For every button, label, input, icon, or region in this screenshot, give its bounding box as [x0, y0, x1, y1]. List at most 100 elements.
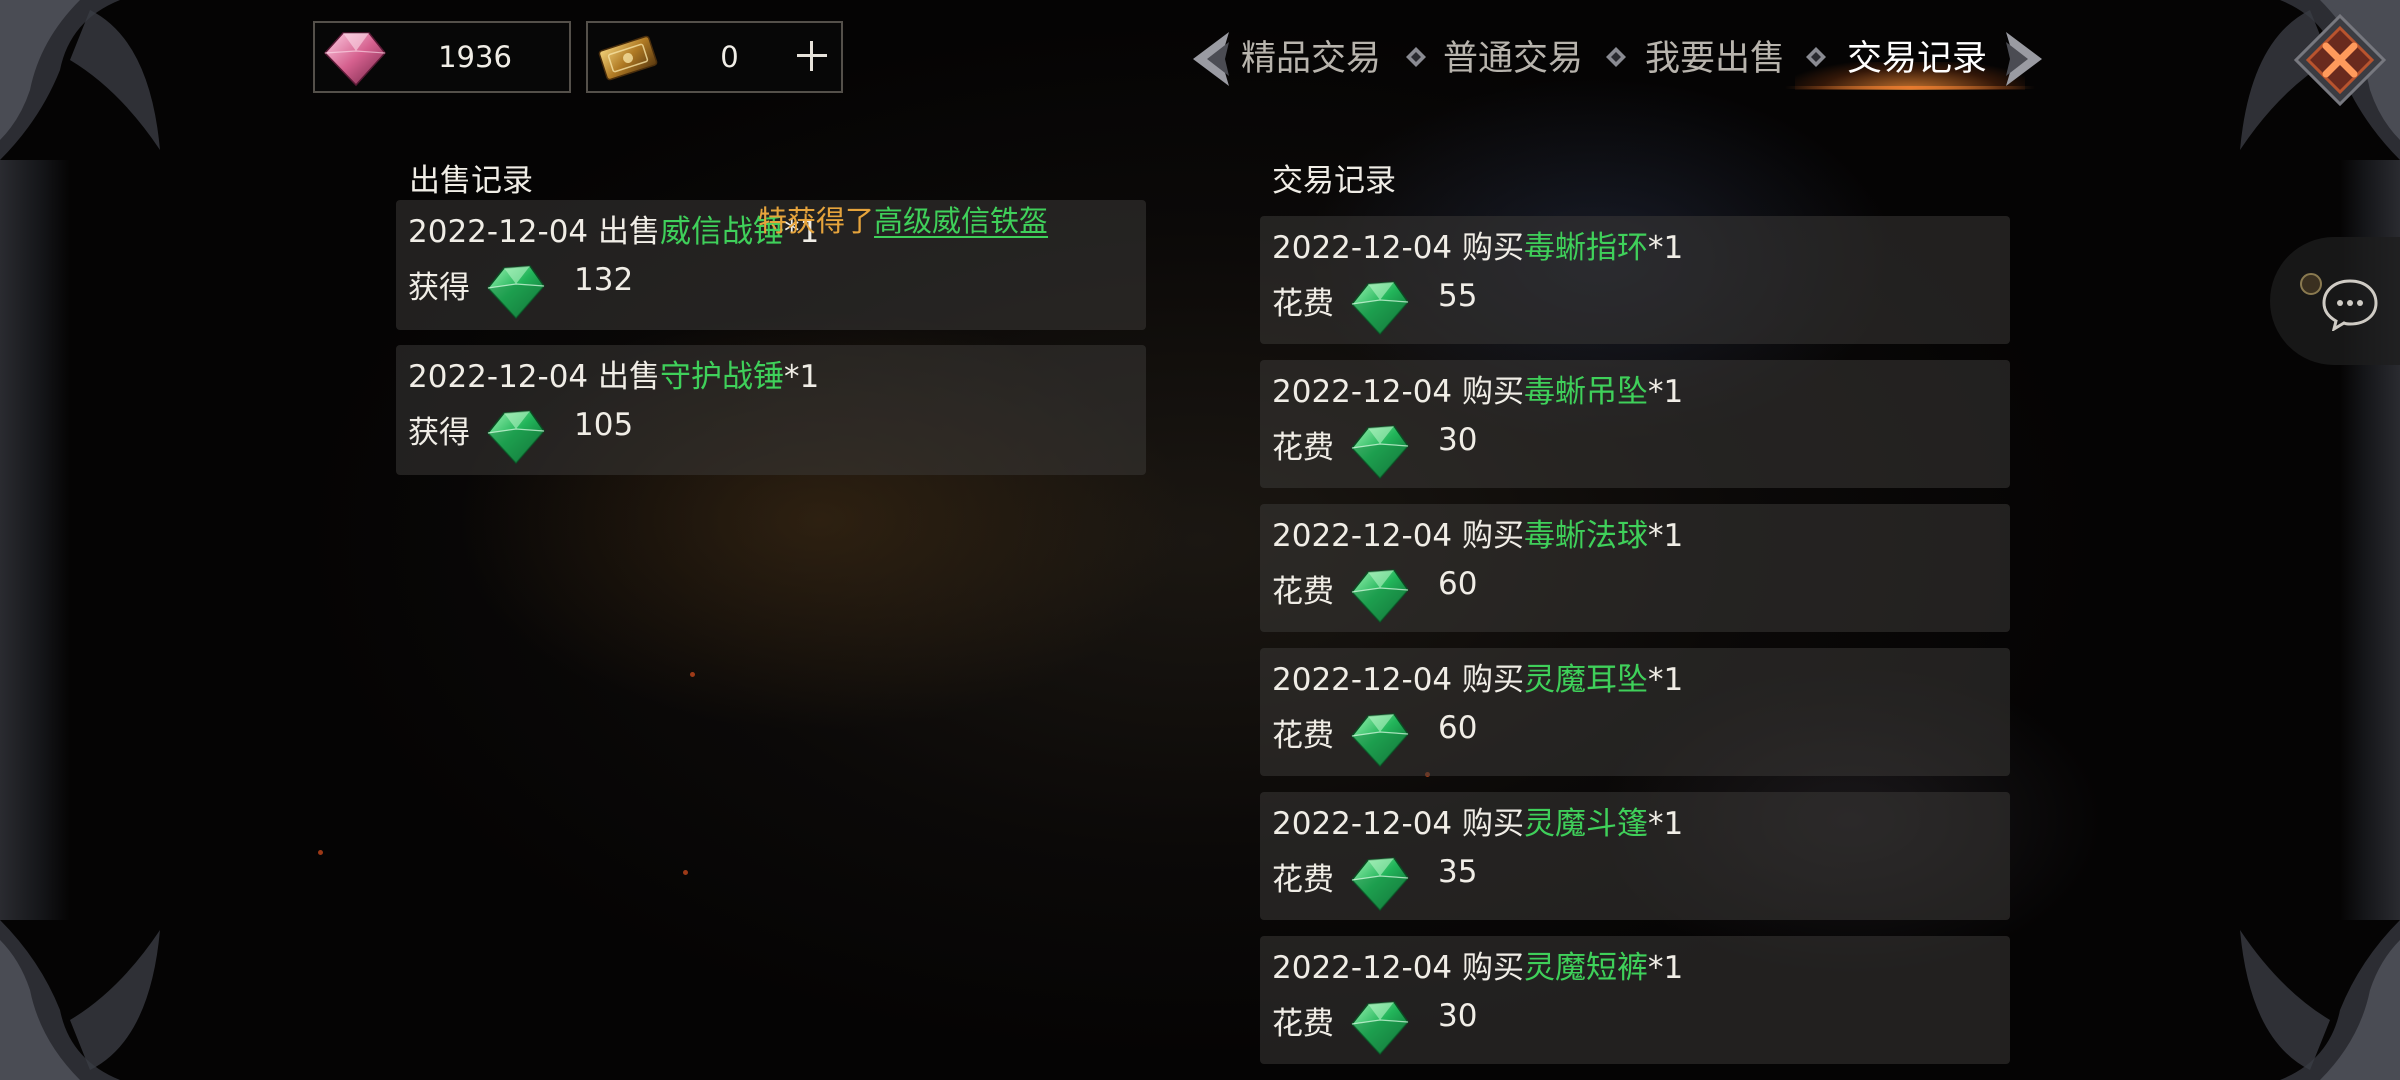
- record-summary: 2022-12-04 购买毒蜥吊坠*1: [1272, 366, 1683, 411]
- record-quantity: *1: [1648, 518, 1684, 554]
- tab-sell[interactable]: 我要出售: [1645, 28, 1785, 90]
- record-amount-label: 花费: [1272, 1006, 1334, 1042]
- trade-record: 2022-12-04 购买毒蜥指环*1 花费 55: [1260, 216, 2010, 344]
- record-item-name: 毒蜥吊坠: [1524, 374, 1649, 410]
- record-amount-label: 获得: [408, 270, 470, 306]
- trade-record: 2022-12-04 购买毒蜥吊坠*1 花费 30: [1260, 360, 2010, 488]
- record-quantity: *1: [1648, 230, 1684, 266]
- record-amount: 30: [1438, 422, 1478, 458]
- record-summary: 2022-12-04 购买灵魔斗篷*1: [1272, 798, 1683, 843]
- trade-record: 2022-12-04 购买毒蜥法球*1 花费 60: [1260, 504, 2010, 632]
- record-amount: 30: [1438, 998, 1478, 1034]
- tab-separator-diamond: [1606, 47, 1626, 67]
- record-quantity: *1: [1648, 662, 1684, 698]
- record-date: 2022-12-04: [1272, 518, 1453, 554]
- green-diamond-icon: [486, 409, 546, 465]
- tab-premium-trade[interactable]: 精品交易: [1241, 28, 1381, 90]
- add-ticket-button[interactable]: [791, 35, 833, 77]
- trade-record: 2022-12-04 购买灵魔短裤*1 花费 30: [1260, 936, 2010, 1064]
- green-diamond-icon: [1350, 568, 1410, 624]
- ember-particle: [690, 672, 695, 677]
- record-amount: 60: [1438, 566, 1478, 602]
- frame-corner-bottom-right: [2240, 920, 2400, 1080]
- trade-tabs: 精品交易 普通交易 我要出售 交易记录: [1185, 28, 2050, 90]
- ember-particle: [683, 870, 688, 875]
- frame-corner-bottom-left: [0, 920, 160, 1080]
- record-quantity: *1: [1648, 806, 1684, 842]
- tab-trade-records[interactable]: 交易记录: [1847, 28, 1987, 90]
- record-item-name: 灵魔斗篷: [1524, 806, 1649, 842]
- record-date: 2022-12-04: [1272, 230, 1453, 266]
- record-date: 2022-12-04: [408, 359, 589, 395]
- record-item-name: 守护战锤: [660, 359, 785, 395]
- tab-bar-right-ornament: [2006, 32, 2042, 86]
- green-diamond-icon: [1350, 856, 1410, 912]
- green-diamond-icon: [1350, 712, 1410, 768]
- record-item-name: 灵魔耳坠: [1524, 662, 1649, 698]
- record-date: 2022-12-04: [1272, 950, 1453, 986]
- record-action: 购买: [1462, 518, 1525, 554]
- record-summary: 2022-12-04 出售守护战锤*1: [408, 351, 819, 396]
- background: [0, 0, 2400, 1080]
- record-summary: 2022-12-04 购买毒蜥指环*1: [1272, 222, 1683, 267]
- record-amount-label: 花费: [1272, 862, 1334, 898]
- ticket-count: 0: [720, 40, 739, 74]
- record-amount-label: 花费: [1272, 718, 1334, 754]
- record-item-name: 灵魔短裤: [1524, 950, 1649, 986]
- record-amount-label: 花费: [1272, 574, 1334, 610]
- record-amount: 35: [1438, 854, 1478, 890]
- record-action: 出售: [598, 214, 661, 250]
- tab-bar-left-ornament: [1193, 32, 1229, 86]
- record-amount-label: 获得: [408, 415, 470, 451]
- record-summary: 2022-12-04 购买灵魔耳坠*1: [1272, 654, 1683, 699]
- gem-count: 1936: [438, 40, 512, 74]
- record-action: 购买: [1462, 230, 1525, 266]
- green-diamond-icon: [1350, 280, 1410, 336]
- record-amount: 132: [574, 262, 634, 298]
- chat-button[interactable]: [2270, 237, 2400, 365]
- trade-record: 2022-12-04 购买灵魔耳坠*1 花费 60: [1260, 648, 2010, 776]
- record-quantity: *1: [784, 359, 820, 395]
- record-summary: 2022-12-04 购买毒蜥法球*1: [1272, 510, 1683, 555]
- green-diamond-icon: [486, 264, 546, 320]
- record-item-name: 毒蜥指环: [1524, 230, 1649, 266]
- tab-normal-trade[interactable]: 普通交易: [1443, 28, 1583, 90]
- record-amount: 60: [1438, 710, 1478, 746]
- record-quantity: *1: [1648, 950, 1684, 986]
- gold-ticket-icon: [598, 35, 658, 81]
- tab-separator-diamond: [1806, 47, 1826, 67]
- record-action: 购买: [1462, 374, 1525, 410]
- frame-edge-left: [0, 160, 70, 920]
- green-diamond-icon: [1350, 424, 1410, 480]
- pink-diamond-icon: [323, 32, 386, 87]
- gem-currency-box: 1936: [313, 21, 571, 93]
- sales-records-title: 出售记录: [409, 163, 533, 199]
- record-action: 购买: [1462, 950, 1525, 986]
- close-icon[interactable]: [2294, 14, 2386, 106]
- record-date: 2022-12-04: [1272, 374, 1453, 410]
- record-date: 2022-12-04: [408, 214, 589, 250]
- ticket-currency-box: 0: [586, 21, 843, 93]
- chat-icon: [2322, 279, 2378, 331]
- record-amount: 105: [574, 407, 634, 443]
- record-amount: 55: [1438, 278, 1478, 314]
- record-amount-label: 花费: [1272, 430, 1334, 466]
- record-date: 2022-12-04: [1272, 662, 1453, 698]
- system-broadcast-toast: 特获得了高级威信铁盔: [758, 198, 1048, 240]
- record-action: 购买: [1462, 662, 1525, 698]
- record-amount-label: 花费: [1272, 286, 1334, 322]
- trade-records-title: 交易记录: [1272, 163, 1396, 199]
- frame-corner-top-left: [0, 0, 160, 160]
- record-quantity: *1: [1648, 374, 1684, 410]
- notification-dot: [2300, 273, 2322, 295]
- green-diamond-icon: [1350, 1000, 1410, 1056]
- record-summary: 2022-12-04 购买灵魔短裤*1: [1272, 942, 1683, 987]
- tab-separator-diamond: [1406, 47, 1426, 67]
- record-action: 出售: [598, 359, 661, 395]
- toast-item-link[interactable]: 高级威信铁盔: [874, 204, 1048, 238]
- record-item-name: 毒蜥法球: [1524, 518, 1649, 554]
- record-action: 购买: [1462, 806, 1525, 842]
- ember-particle: [318, 850, 323, 855]
- trade-record: 2022-12-04 购买灵魔斗篷*1 花费 35: [1260, 792, 2010, 920]
- sale-record: 2022-12-04 出售守护战锤*1 获得 105: [396, 345, 1146, 475]
